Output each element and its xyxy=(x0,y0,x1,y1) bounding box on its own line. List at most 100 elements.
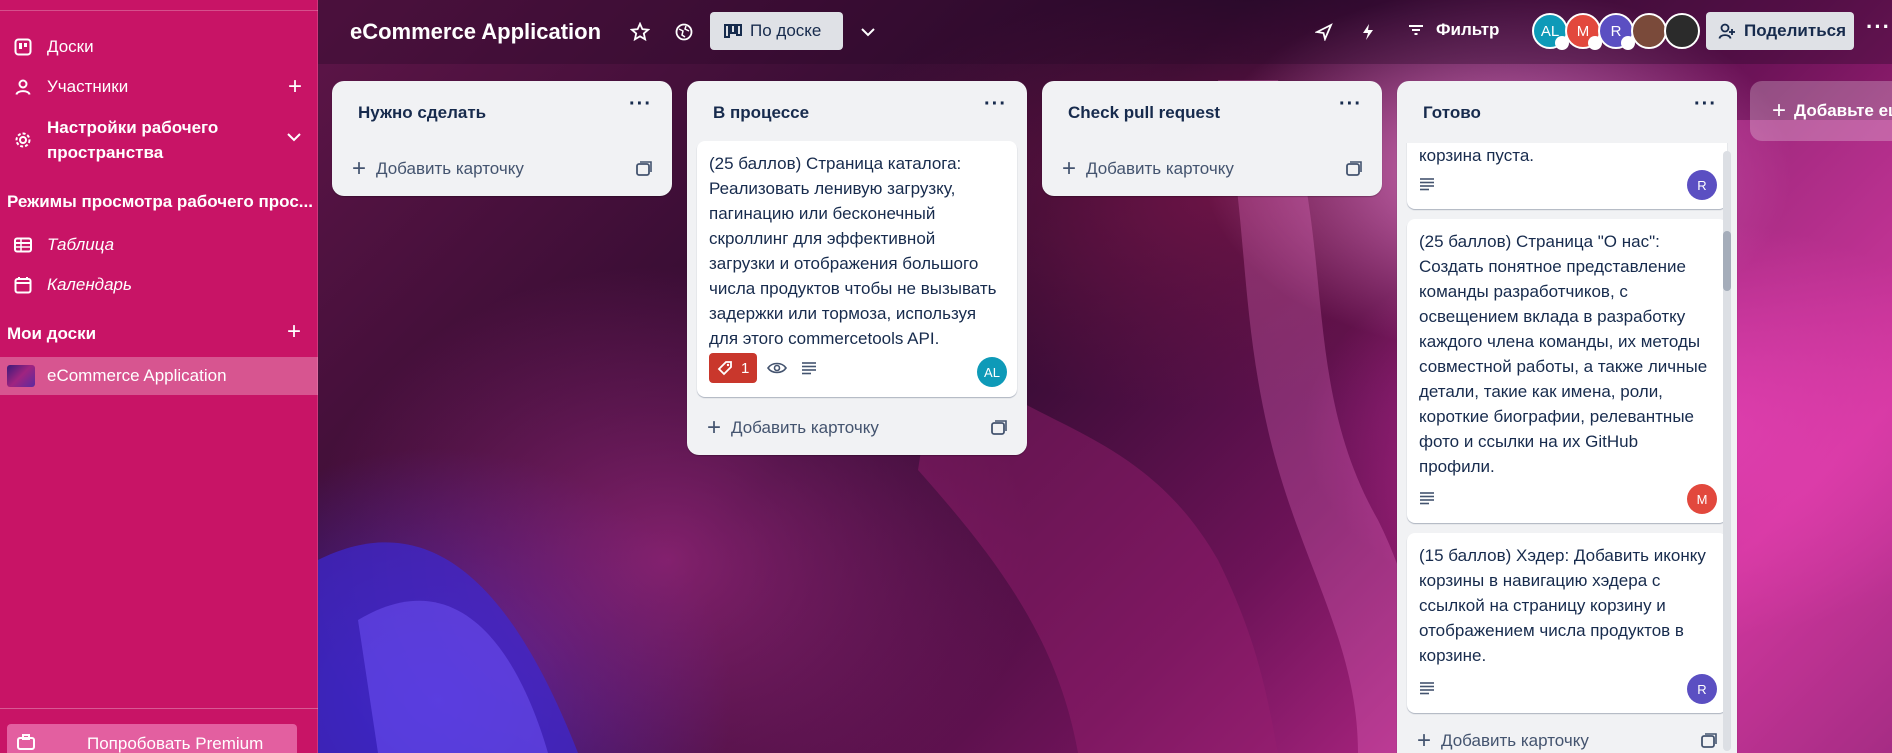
card-template-icon[interactable] xyxy=(1346,161,1362,177)
sidebar-divider xyxy=(0,10,318,11)
card-badges xyxy=(1419,681,1435,695)
list-title[interactable]: Check pull request xyxy=(1068,103,1220,123)
list-title[interactable]: В процессе xyxy=(713,103,809,123)
avatar[interactable]: AL xyxy=(977,357,1007,387)
description-icon xyxy=(1419,491,1435,505)
add-board-plus-icon[interactable]: + xyxy=(287,318,301,346)
list-cards-scroll[interactable]: корзина пуста. R (25 баллов) Страница "О… xyxy=(1397,143,1737,743)
avatar[interactable]: R xyxy=(1687,170,1717,200)
views-heading: Режимы просмотра рабочего прос... xyxy=(7,192,312,211)
list-menu-icon[interactable]: ··· xyxy=(1339,93,1362,116)
card-title: (25 баллов) Страница каталога: Реализова… xyxy=(709,154,997,348)
table-icon xyxy=(12,234,34,256)
avatar[interactable]: R xyxy=(1687,674,1717,704)
card-badges: 1 xyxy=(709,353,817,383)
add-card-button[interactable]: + Добавить карточку xyxy=(1417,729,1717,753)
avatar-photo[interactable] xyxy=(1631,13,1667,49)
gear-icon xyxy=(12,129,34,151)
power-ups-icon[interactable] xyxy=(1312,20,1336,44)
board-view-icon xyxy=(724,24,742,38)
card-title: корзина пуста. xyxy=(1419,146,1534,165)
add-card-label: Добавить карточку xyxy=(376,159,524,178)
sidebar-item-table[interactable]: Таблица xyxy=(0,232,318,258)
plus-icon: + xyxy=(1772,97,1787,124)
calendar-icon xyxy=(12,274,34,296)
scrollbar-thumb[interactable] xyxy=(1723,231,1731,291)
list-menu-icon[interactable]: ··· xyxy=(984,93,1007,116)
my-boards-heading: Мои доски xyxy=(7,324,97,343)
sidebar-item-label: Таблица xyxy=(47,235,115,254)
add-member-plus-icon[interactable]: + xyxy=(288,75,302,99)
add-card-label: Добавить карточку xyxy=(731,418,879,437)
card-title: (25 баллов) Страница "О нас": Создать по… xyxy=(1419,232,1708,476)
filter-icon xyxy=(1408,24,1424,36)
card-template-icon[interactable] xyxy=(1701,733,1717,749)
sidebar-item-members[interactable]: Участники + xyxy=(0,74,318,100)
premium-label: Попробовать Premium xyxy=(87,734,264,753)
add-list-button[interactable]: + Добавьте ещё xyxy=(1750,81,1892,141)
overdue-badge: 1 xyxy=(709,353,758,383)
share-label: Поделиться xyxy=(1744,21,1847,40)
avatar[interactable]: M xyxy=(1565,13,1602,50)
add-card-label: Добавить карточку xyxy=(1086,159,1234,178)
list-title[interactable]: Готово xyxy=(1423,103,1481,123)
add-card-button[interactable]: + Добавить карточку xyxy=(352,157,652,181)
board-view-button[interactable]: По доске xyxy=(710,12,843,50)
list-title[interactable]: Нужно сделать xyxy=(358,103,486,123)
list-menu-icon[interactable]: ··· xyxy=(629,93,652,116)
add-card-button[interactable]: + Добавить карточку xyxy=(1062,157,1362,181)
avatar[interactable]: R xyxy=(1598,13,1635,50)
sidebar-board-ecommerce[interactable]: eCommerce Application xyxy=(0,357,318,395)
avatar-initials: R xyxy=(1610,22,1622,40)
list-todo: Нужно сделать ··· + Добавить карточку xyxy=(332,81,672,196)
card-badges xyxy=(1419,177,1435,191)
sidebar-item-boards[interactable]: Доски xyxy=(0,34,318,60)
share-button[interactable]: Поделиться xyxy=(1706,12,1854,50)
plus-icon: + xyxy=(352,155,367,182)
sidebar-item-label: Настройки рабочего пространства xyxy=(47,118,219,162)
board-icon xyxy=(12,36,34,58)
card-template-icon[interactable] xyxy=(991,420,1007,436)
star-icon[interactable] xyxy=(628,20,652,44)
sidebar: Доски Участники + Настройки рабочего про… xyxy=(0,0,318,753)
automation-icon[interactable] xyxy=(1356,20,1380,44)
add-card-label: Добавить карточку xyxy=(1441,731,1589,750)
plus-icon: + xyxy=(1062,155,1077,182)
person-icon xyxy=(12,76,34,98)
card-template-icon[interactable] xyxy=(636,161,652,177)
chevron-down-icon[interactable] xyxy=(286,127,302,147)
description-icon xyxy=(801,361,817,375)
premium-icon xyxy=(17,734,35,753)
card[interactable]: (25 баллов) Страница каталога: Реализова… xyxy=(697,141,1017,397)
board-header: eCommerce Application По доске Фильтр AL… xyxy=(318,0,1892,64)
card-badges xyxy=(1419,491,1435,505)
chevron-down-icon[interactable] xyxy=(856,20,880,44)
description-icon xyxy=(1419,177,1435,191)
card[interactable]: (15 баллов) Хэдер: Добавить иконку корзи… xyxy=(1407,533,1727,713)
card[interactable]: корзина пуста. R xyxy=(1407,143,1727,209)
filter-button[interactable]: Фильтр xyxy=(1408,20,1499,40)
list-menu-icon[interactable]: ··· xyxy=(1694,93,1717,116)
filter-label: Фильтр xyxy=(1436,20,1500,39)
plus-icon: + xyxy=(707,414,722,441)
avatar[interactable]: AL xyxy=(1532,13,1569,50)
sidebar-item-workspace-settings[interactable]: Настройки рабочего пространства xyxy=(0,115,318,165)
more-options-icon[interactable]: ··· xyxy=(1866,14,1891,40)
avatar-photo[interactable] xyxy=(1664,13,1700,49)
badge-count: 1 xyxy=(741,359,750,377)
add-card-button[interactable]: + Добавить карточку xyxy=(707,416,1007,440)
try-premium-button[interactable]: Попробовать Premium xyxy=(7,724,297,753)
sidebar-divider xyxy=(0,708,318,709)
add-list-label: Добавьте ещё xyxy=(1794,101,1892,120)
globe-icon[interactable] xyxy=(672,20,696,44)
card[interactable]: (25 баллов) Страница "О нас": Создать по… xyxy=(1407,219,1727,523)
sidebar-board-label: eCommerce Application xyxy=(47,366,227,385)
description-icon xyxy=(1419,681,1435,695)
board-title[interactable]: eCommerce Application xyxy=(350,19,601,45)
list-scrollbar[interactable] xyxy=(1723,151,1731,751)
board-thumbnail xyxy=(7,365,35,387)
label-tag-icon xyxy=(717,360,733,376)
sidebar-item-calendar[interactable]: Календарь xyxy=(0,272,318,298)
avatar[interactable]: M xyxy=(1687,484,1717,514)
card-title: (15 баллов) Хэдер: Добавить иконку корзи… xyxy=(1419,546,1706,665)
